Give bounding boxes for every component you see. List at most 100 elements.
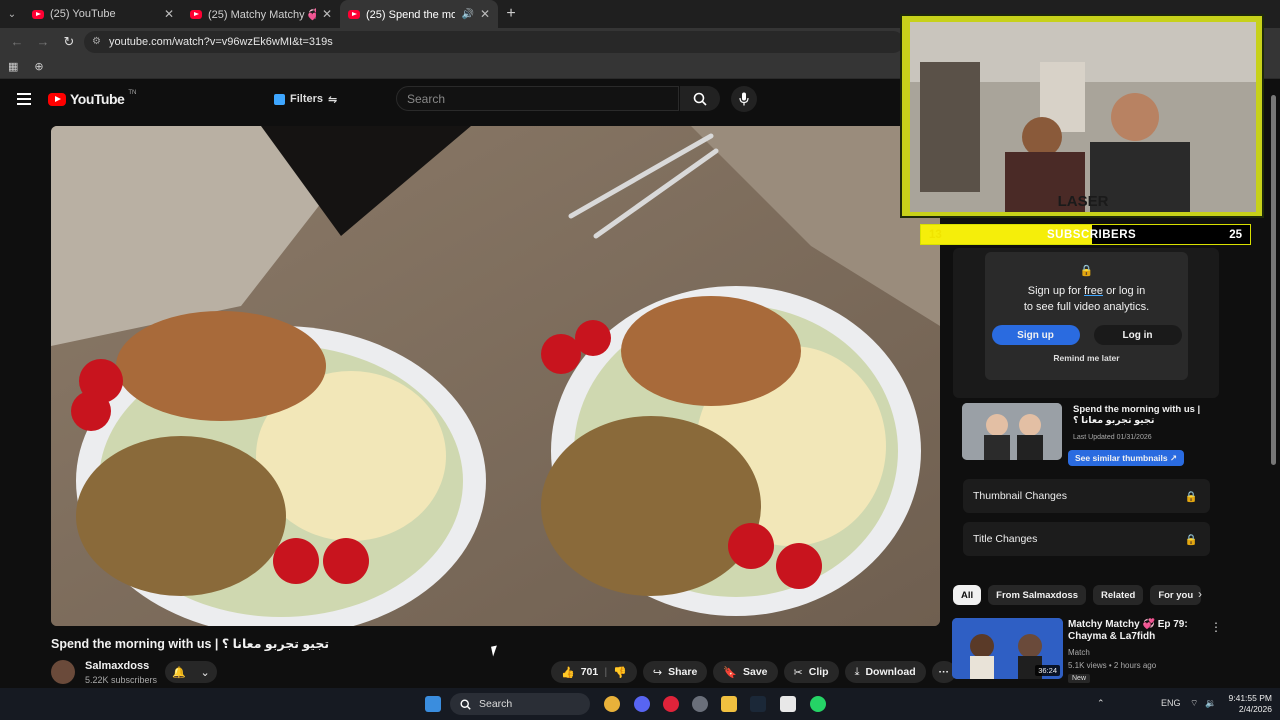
app-icon[interactable] xyxy=(692,696,708,712)
share-button[interactable]: ↪ Share xyxy=(642,661,708,683)
youtube-favicon-icon xyxy=(348,9,360,19)
browser-tab-youtube[interactable]: (25) YouTube ✕ xyxy=(24,0,182,28)
thumbnail-preview[interactable] xyxy=(962,403,1062,460)
taskbar-search-label: Search xyxy=(479,698,513,710)
file-explorer-icon[interactable] xyxy=(721,696,737,712)
browser-tab-active[interactable]: (25) Spend the morning with us | تجيو تج… xyxy=(340,0,498,28)
mouse-cursor-icon xyxy=(491,645,499,657)
video-title: Spend the morning with us | تجيو تجربو م… xyxy=(51,637,330,651)
chip-all[interactable]: All xyxy=(953,585,982,605)
last-updated-text: Last Updated 01/31/2026 xyxy=(1073,434,1152,441)
youtube-logo[interactable]: YouTube TN xyxy=(48,90,137,107)
thumbs-up-icon[interactable]: 👍 xyxy=(561,666,575,679)
close-tab-icon[interactable]: ✕ xyxy=(322,7,332,21)
recommendation-title[interactable]: Matchy Matchy 💞 Ep 79: Chayma & La7fidh xyxy=(1068,619,1198,643)
language-indicator[interactable]: ENG xyxy=(1161,698,1181,708)
country-code: TN xyxy=(128,90,137,96)
tab-search-icon[interactable]: ⌄ xyxy=(0,0,24,28)
search-button[interactable] xyxy=(680,86,720,111)
login-button[interactable]: Log in xyxy=(1093,325,1182,345)
channel-avatar[interactable] xyxy=(51,660,75,684)
search-icon xyxy=(460,698,471,710)
see-similar-thumbnails-button[interactable]: See similar thumbnails ↗ xyxy=(1068,450,1185,466)
channel-name[interactable]: Salmaxdoss xyxy=(85,660,149,672)
signin-prompt-line2: to see full video analytics. xyxy=(1023,301,1150,313)
video-duration: 36:24 xyxy=(1035,665,1060,676)
signup-button[interactable]: Sign up xyxy=(991,325,1080,345)
windows-start-icon[interactable] xyxy=(425,696,441,712)
lock-icon: 🔒 xyxy=(1079,265,1094,277)
clip-button[interactable]: ✂ Clip xyxy=(783,661,839,683)
hamburger-menu-icon[interactable] xyxy=(17,93,31,105)
filters-button[interactable]: Filters ⇋ xyxy=(274,89,337,109)
forward-icon[interactable]: → xyxy=(32,31,54,53)
site-info-icon[interactable]: ⚙ xyxy=(92,36,101,47)
voice-search-button[interactable] xyxy=(731,86,757,112)
remind-later-link[interactable]: Remind me later xyxy=(985,353,1188,363)
signin-prompt: Sign up for free or log in to see full v… xyxy=(985,283,1188,315)
thumbs-down-icon[interactable]: 👎 xyxy=(613,666,627,679)
tab-title: (25) YouTube xyxy=(50,8,116,20)
opera-icon[interactable] xyxy=(663,696,679,712)
speaker-icon[interactable]: 🔊 xyxy=(461,9,473,20)
tab-title: (25) Spend the morning with us | تجيو تج… xyxy=(366,8,456,21)
system-clock[interactable]: 9:41:55 PM 2/4/2026 xyxy=(1222,693,1272,715)
whatsapp-icon[interactable] xyxy=(810,696,826,712)
download-label: Download xyxy=(865,666,916,678)
search-placeholder: Search xyxy=(407,91,446,106)
new-tab-button[interactable]: + xyxy=(498,5,524,23)
tab-title: (25) Matchy Matchy 💞 Ep 79: Chayma & La7… xyxy=(208,8,316,21)
recommendation-thumbnail[interactable]: 36:24 xyxy=(952,618,1063,679)
chip-related[interactable]: Related xyxy=(1092,585,1144,605)
wifi-icon[interactable]: ⌔ xyxy=(1190,698,1198,709)
clock-date: 2/4/2026 xyxy=(1238,704,1272,714)
chevron-down-icon: ⌄ xyxy=(200,666,210,679)
close-tab-icon[interactable]: ✕ xyxy=(480,7,490,21)
tray-chevron-icon[interactable]: ⌃ xyxy=(1097,698,1105,709)
capcut-icon[interactable] xyxy=(780,696,796,712)
youtube-favicon-icon xyxy=(32,9,44,19)
webcam-overlay: LASER xyxy=(900,14,1264,218)
video-player[interactable] xyxy=(51,126,940,626)
search-input[interactable]: Search xyxy=(396,86,679,111)
reload-icon[interactable]: ↻ xyxy=(58,31,80,53)
back-icon[interactable]: ← xyxy=(6,31,28,53)
windows-taskbar: Search ⌃ ENG ⌔ 🔉 9:41:55 PM 2/4/2026 xyxy=(0,688,1280,720)
thumbnail-changes-row[interactable]: Thumbnail Changes 🔒 xyxy=(963,479,1210,513)
title-changes-row[interactable]: Title Changes 🔒 xyxy=(963,522,1210,556)
clock-time: 9:41:55 PM xyxy=(1228,693,1272,703)
discord-icon[interactable] xyxy=(634,696,650,712)
close-tab-icon[interactable]: ✕ xyxy=(164,7,174,21)
notification-bell-button[interactable]: 🔔 ⌄ xyxy=(165,661,217,683)
steam-icon[interactable] xyxy=(750,696,766,712)
browser-tab-matchy[interactable]: (25) Matchy Matchy 💞 Ep 79: Chayma & La7… xyxy=(182,0,340,28)
chrome-icon[interactable] xyxy=(604,696,620,712)
chip-from-channel[interactable]: From Salmaxdoss xyxy=(988,585,1086,605)
taskbar-search[interactable]: Search xyxy=(450,693,590,715)
filter-extension-icon xyxy=(274,93,285,105)
save-label: Save xyxy=(743,666,768,678)
thumbnail-image xyxy=(962,403,1062,460)
apps-grid-icon[interactable]: ▦ xyxy=(8,60,18,73)
subscriber-goal-label: SUBSCRIBERS xyxy=(1047,228,1137,241)
download-button[interactable]: ⤓ Download xyxy=(844,661,926,683)
chip-for-you[interactable]: For you xyxy=(1150,585,1202,605)
like-count[interactable]: 701 xyxy=(581,666,599,678)
save-button[interactable]: 🔖 Save xyxy=(713,661,778,683)
scrollbar-thumb[interactable] xyxy=(1271,95,1276,465)
bookmark-globe-icon[interactable]: ⊕ xyxy=(34,60,43,73)
volume-icon[interactable]: 🔉 xyxy=(1205,698,1216,709)
more-vert-icon[interactable]: ⋮ xyxy=(1210,620,1222,634)
page-scrollbar[interactable] xyxy=(1271,83,1277,683)
bell-icon: 🔔 xyxy=(172,666,186,679)
recommendation-channel[interactable]: Match xyxy=(1068,648,1090,657)
subscriber-current: 13 xyxy=(929,228,942,241)
more-icon: ··· xyxy=(938,666,950,678)
title-changes-label: Title Changes xyxy=(973,533,1038,545)
download-icon: ⤓ xyxy=(854,665,860,678)
url-field[interactable]: ⚙ youtube.com/watch?v=v96wzEk6wMI&t=319s xyxy=(84,30,904,53)
signin-card: 🔒 Sign up for free or log in to see full… xyxy=(985,252,1188,380)
url-text: youtube.com/watch?v=v96wzEk6wMI&t=319s xyxy=(108,35,333,48)
share-label: Share xyxy=(668,666,698,678)
chevron-right-icon[interactable]: › xyxy=(1198,587,1202,601)
